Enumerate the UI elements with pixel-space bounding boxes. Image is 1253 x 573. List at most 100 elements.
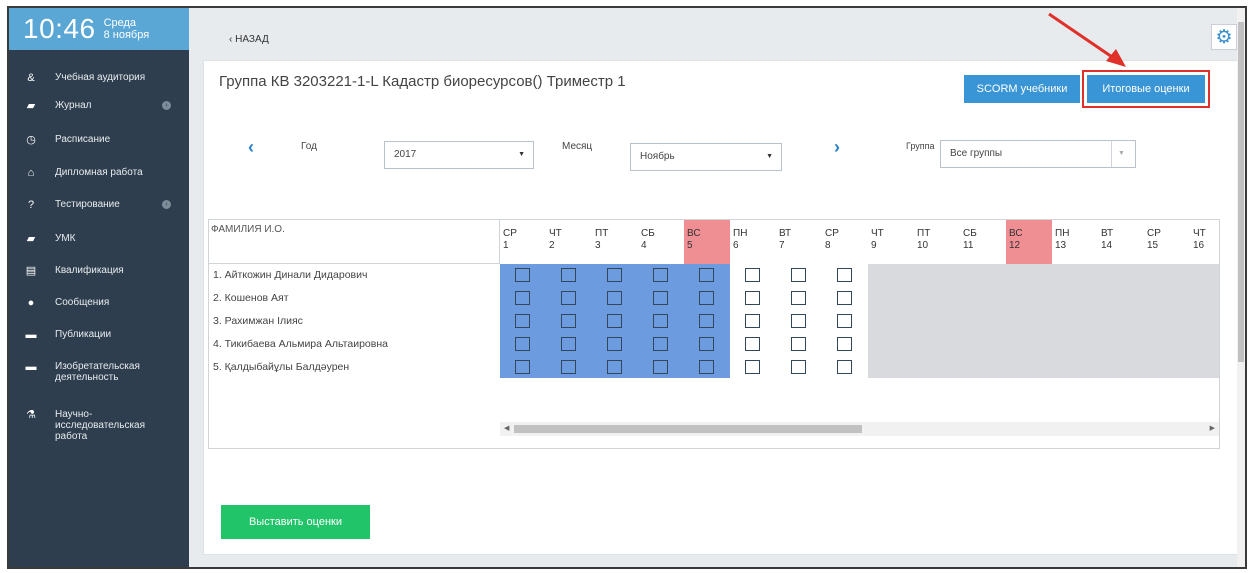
day-of-week: ЧТ (549, 228, 562, 239)
prev-month-icon[interactable]: ‹ (248, 137, 254, 158)
day-of-week: СР (503, 228, 517, 239)
grade-checkbox[interactable] (745, 337, 760, 351)
grade-checkbox[interactable] (561, 268, 576, 282)
sidebar-item[interactable]: ? Тестирование › (9, 199, 189, 212)
gear-icon[interactable]: ⚙ (1211, 24, 1237, 50)
sidebar-item-label: Квалификация (55, 265, 124, 276)
year-select[interactable]: 2017 ▼ (384, 141, 534, 169)
student-row: 2. Кошенов Аят (213, 292, 289, 304)
scrollbar-thumb[interactable] (514, 425, 862, 433)
year-value: 2017 (394, 149, 417, 160)
grade-checkbox[interactable] (515, 314, 530, 328)
sidebar: 10:46 Среда 8 ноября & Учебная аудитория ▰… (9, 8, 189, 567)
student-row: 5. Қалдыбайұлы Балдәурен (213, 361, 350, 373)
day-column-header: ВС 12 (1006, 220, 1052, 264)
grade-checkbox[interactable] (561, 360, 576, 374)
grade-checkbox[interactable] (791, 268, 806, 282)
grade-checkbox[interactable] (699, 337, 714, 351)
grade-checkbox[interactable] (699, 291, 714, 305)
day-of-week: ВТ (779, 228, 792, 239)
scroll-right-icon[interactable]: ▶ (1210, 422, 1215, 436)
grade-checkbox[interactable] (653, 360, 668, 374)
sidebar-item[interactable]: ▤ Квалификация (9, 265, 189, 278)
month-select[interactable]: Ноябрь ▼ (630, 143, 782, 171)
vertical-scrollbar[interactable] (1237, 8, 1245, 567)
sidebar-item-label: Дипломная работа (55, 167, 143, 178)
grade-checkbox[interactable] (515, 268, 530, 282)
app-window: 10:46 Среда 8 ноября & Учебная аудитория ▰… (7, 6, 1247, 569)
scrollbar-thumb[interactable] (1238, 22, 1244, 362)
sidebar-item[interactable]: ▬ Публикации (9, 329, 189, 342)
grade-checkbox[interactable] (791, 337, 806, 351)
scorm-button[interactable]: SCORM учебники (964, 75, 1080, 103)
grade-checkbox[interactable] (561, 337, 576, 351)
sidebar-item[interactable]: ● Сообщения (9, 297, 189, 310)
grade-checkbox[interactable] (607, 360, 622, 374)
grade-checkbox[interactable] (561, 291, 576, 305)
day-number: 6 (733, 240, 739, 251)
grade-checkbox[interactable] (515, 291, 530, 305)
grade-checkbox[interactable] (561, 314, 576, 328)
year-label: Год (301, 141, 317, 152)
sidebar-item[interactable]: ◷ Расписание (9, 134, 189, 147)
grade-checkbox[interactable] (837, 360, 852, 374)
main-content: ‹ НАЗАД ⚙ Группа КВ 3203221-1-L Кадастр … (189, 8, 1245, 567)
scroll-left-icon[interactable]: ◀ (504, 422, 509, 436)
grade-checkbox[interactable] (837, 314, 852, 328)
group-select[interactable]: Все группы ▼ (940, 140, 1136, 168)
grade-checkbox[interactable] (837, 291, 852, 305)
grade-checkbox[interactable] (791, 291, 806, 305)
day-number: 5 (687, 240, 693, 251)
attendance-table: ФАМИЛИЯ И.О. СР 1 ЧТ 2 ПТ 3 СБ 4 ВС 5 ПН 6 ВТ 7 СР 8 ЧТ 9… (208, 219, 1220, 449)
grade-checkbox[interactable] (745, 360, 760, 374)
sidebar-item[interactable]: ▰ УМК (9, 233, 189, 246)
grade-checkbox[interactable] (607, 291, 622, 305)
grade-checkbox[interactable] (607, 314, 622, 328)
next-month-icon[interactable]: › (834, 137, 840, 158)
day-column-header: ВТ 7 (776, 220, 822, 264)
annotation-arrow-icon (1048, 12, 1126, 67)
submit-grades-button[interactable]: Выставить оценки (221, 505, 370, 539)
day-of-week: ВТ (1101, 228, 1114, 239)
grade-checkbox[interactable] (515, 337, 530, 351)
sidebar-item[interactable]: ▬ Изобретательская деятельность (9, 361, 189, 383)
grade-checkbox[interactable] (791, 360, 806, 374)
grade-checkbox[interactable] (699, 268, 714, 282)
day-number: 15 (1147, 240, 1159, 251)
day-number: 14 (1101, 240, 1113, 251)
day-of-week: СР (825, 228, 839, 239)
sidebar-item[interactable]: ▰ Журнал › (9, 100, 189, 113)
grade-checkbox[interactable] (653, 314, 668, 328)
grade-checkbox[interactable] (745, 268, 760, 282)
sidebar-item[interactable]: & Учебная аудитория (9, 72, 189, 85)
flask-icon: ⚗ (26, 409, 36, 421)
grade-checkbox[interactable] (515, 360, 530, 374)
day-of-week: ПТ (917, 228, 931, 239)
grade-checkbox[interactable] (745, 291, 760, 305)
clock-date: Среда 8 ноября (104, 17, 150, 41)
grade-checkbox[interactable] (699, 314, 714, 328)
day-column-header: СР 8 (822, 220, 868, 264)
sidebar-item-label: Сообщения (55, 297, 110, 308)
grade-checkbox[interactable] (653, 291, 668, 305)
sidebar-item-label: Журнал (55, 100, 92, 111)
grade-checkbox[interactable] (607, 268, 622, 282)
book-icon: ▰ (26, 100, 36, 112)
back-label: НАЗАД (235, 34, 269, 45)
sidebar-item[interactable]: ⌂ Дипломная работа (9, 167, 189, 180)
grade-checkbox[interactable] (653, 337, 668, 351)
sidebar-item-label: УМК (55, 233, 76, 244)
sidebar-item[interactable]: ⚗ Научно-исследовательская работа (9, 409, 189, 442)
grade-checkbox[interactable] (837, 337, 852, 351)
clock-day: 8 ноября (103, 29, 150, 41)
horizontal-scrollbar[interactable]: ◀ ▶ (500, 422, 1219, 436)
grade-checkbox[interactable] (607, 337, 622, 351)
day-of-week: ПН (733, 228, 748, 239)
folder-icon: ▬ (25, 329, 37, 341)
grade-checkbox[interactable] (791, 314, 806, 328)
grade-checkbox[interactable] (837, 268, 852, 282)
grade-checkbox[interactable] (653, 268, 668, 282)
grade-checkbox[interactable] (699, 360, 714, 374)
grade-checkbox[interactable] (745, 314, 760, 328)
back-link[interactable]: ‹ НАЗАД (229, 34, 269, 45)
